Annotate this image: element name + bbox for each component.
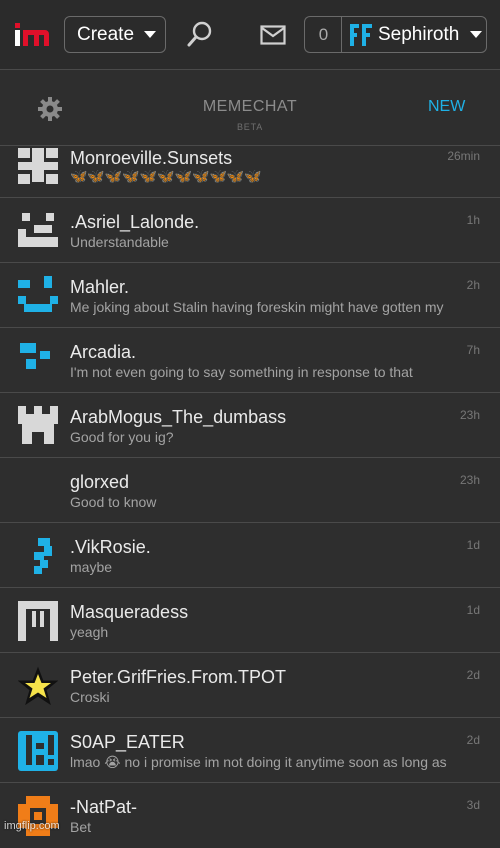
star-icon xyxy=(18,666,58,706)
chat-row[interactable]: Mahler. Me joking about Stalin having fo… xyxy=(0,263,500,328)
chat-time: 23h xyxy=(459,473,480,487)
username: Sephiroth xyxy=(378,23,460,45)
user-avatar xyxy=(350,23,372,46)
chat-message: Good to know xyxy=(70,494,157,510)
chat-message: Good for you ig? xyxy=(70,429,174,445)
chat-name: S0AP_EATER xyxy=(70,732,185,752)
chat-name: .Asriel_Lalonde. xyxy=(70,212,200,232)
chat-message: 🦋🦋🦋🦋🦋🦋🦋🦋🦋🦋🦋 xyxy=(70,168,262,184)
notification-count[interactable]: 0 xyxy=(304,16,342,53)
create-label: Create xyxy=(77,23,135,45)
chevron-down-icon xyxy=(144,31,157,38)
chat-row[interactable]: .VikRosie. maybe 1d xyxy=(0,523,500,588)
chat-row[interactable]: Masqueradess yeagh 1d xyxy=(0,588,500,653)
page-subtitle: BETA xyxy=(236,122,264,132)
chat-name: -NatPat- xyxy=(70,797,138,817)
chat-time: 23h xyxy=(459,408,480,422)
chat-time: 2h xyxy=(466,278,480,292)
chat-name: Mahler. xyxy=(70,277,130,297)
chat-name: ArabMogus_The_dumbass xyxy=(70,407,287,427)
user-menu-button[interactable]: Sephiroth xyxy=(341,16,487,53)
avatar xyxy=(18,276,58,312)
chat-time: 3d xyxy=(466,798,480,812)
chat-time: 2d xyxy=(466,733,480,747)
avatar xyxy=(18,731,58,771)
chat-name: glorxed xyxy=(70,472,130,492)
mail-icon[interactable] xyxy=(260,25,286,45)
chat-row[interactable]: Peter.GrifFries.From.TPOT Croski 2d xyxy=(0,653,500,718)
avatar xyxy=(18,148,58,184)
chat-row[interactable]: -NatPat- Bet 3d xyxy=(0,783,500,848)
avatar xyxy=(18,406,58,444)
avatar xyxy=(18,601,58,641)
chevron-down-icon xyxy=(470,31,482,38)
new-chat-button[interactable]: NEW xyxy=(428,98,465,116)
chat-name: Arcadia. xyxy=(70,342,137,362)
chat-time: 1h xyxy=(466,213,480,227)
chat-message: Me joking about Stalin having foreskin m… xyxy=(70,299,444,315)
chat-time: 26min xyxy=(447,149,480,163)
search-icon[interactable] xyxy=(186,20,214,48)
avatar xyxy=(20,343,50,369)
chat-row[interactable]: Monroeville.Sunsets 🦋🦋🦋🦋🦋🦋🦋🦋🦋🦋🦋 26min xyxy=(0,146,500,198)
chat-message: I'm not even going to say something in r… xyxy=(70,364,413,380)
chat-row[interactable]: Arcadia. I'm not even going to say somet… xyxy=(0,328,500,393)
avatar xyxy=(18,213,58,247)
chat-name: Masqueradess xyxy=(70,602,189,622)
imgflip-logo[interactable] xyxy=(14,22,50,50)
chat-name: Monroeville.Sunsets xyxy=(70,148,233,168)
chat-message: lmao 😭 no i promise im not doing it anyt… xyxy=(70,754,447,770)
notification-count-label: 0 xyxy=(318,24,329,44)
chat-name: Peter.GrifFries.From.TPOT xyxy=(70,667,287,687)
create-button[interactable]: Create xyxy=(64,16,166,53)
chat-time: 2d xyxy=(466,668,480,682)
chat-message: yeagh xyxy=(70,624,109,640)
chat-message: Understandable xyxy=(70,234,169,250)
top-bar: Create 0 Sephiroth xyxy=(0,0,500,70)
chat-message: Croski xyxy=(70,689,110,705)
chat-time: 1d xyxy=(466,603,480,617)
chat-row[interactable]: glorxed Good to know 23h xyxy=(0,458,500,523)
chat-message: Bet xyxy=(70,819,92,835)
chat-message: maybe xyxy=(70,559,113,575)
chat-row[interactable]: ArabMogus_The_dumbass Good for you ig? 2… xyxy=(0,393,500,458)
chat-row[interactable]: .Asriel_Lalonde. Understandable 1h xyxy=(0,198,500,263)
page-title: MEMECHAT xyxy=(202,98,298,115)
chat-row[interactable]: S0AP_EATER lmao 😭 no i promise im not do… xyxy=(0,718,500,783)
watermark: imgflip.com xyxy=(4,820,60,832)
chat-time: 1d xyxy=(466,538,480,552)
chat-time: 7h xyxy=(466,343,480,357)
chat-name: .VikRosie. xyxy=(70,537,151,557)
avatar xyxy=(34,538,52,574)
